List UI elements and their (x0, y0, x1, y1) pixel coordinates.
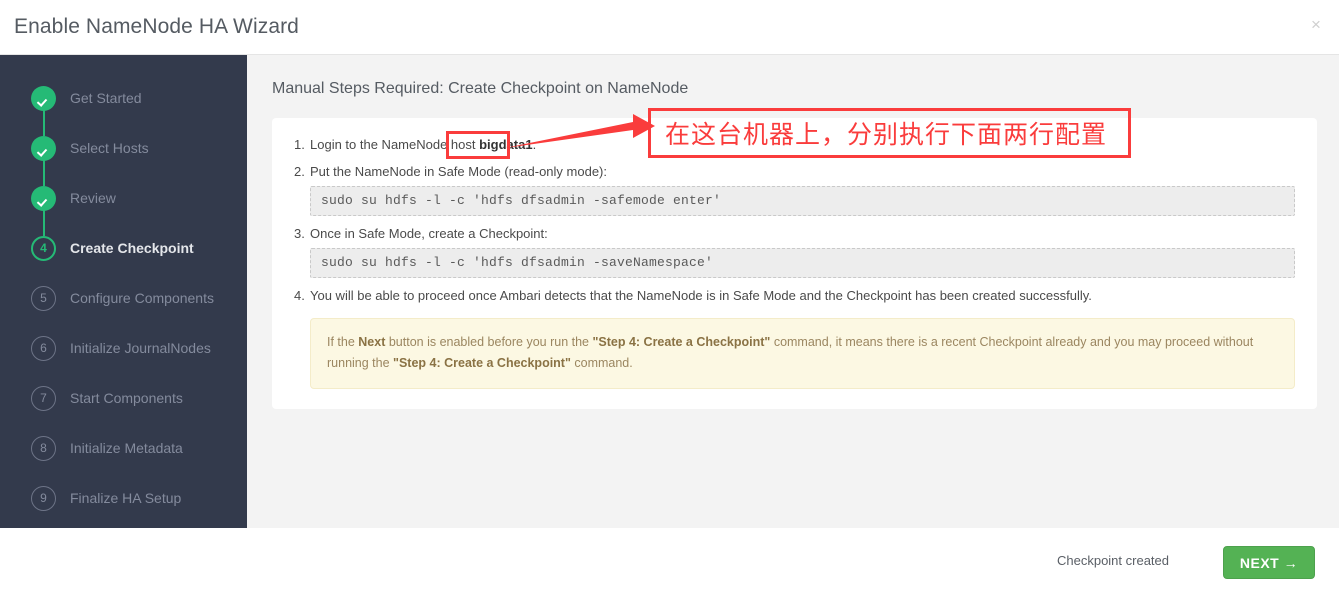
alert-text-part1: If the (327, 335, 359, 349)
sidebar-item-label: Configure Components (70, 290, 214, 306)
step-number-badge: 4 (31, 235, 56, 261)
sidebar-item-configure-components[interactable]: 5 Configure Components (0, 273, 247, 323)
page-title: Enable NameNode HA Wizard (14, 15, 299, 38)
sidebar-item-label: Create Checkpoint (70, 240, 194, 256)
manual-step-1: Login to the NameNode host bigdata1. (294, 136, 1295, 154)
close-icon[interactable]: × (1307, 16, 1325, 34)
sidebar-item-label: Initialize Metadata (70, 440, 183, 456)
step-check-icon (31, 135, 56, 161)
alert-bold-step4-second: "Step 4: Create a Checkpoint" (393, 356, 571, 370)
sidebar-item-review[interactable]: Review (0, 173, 247, 236)
manual-step-text: You will be able to proceed once Ambari … (310, 288, 1092, 303)
safemode-command[interactable]: sudo su hdfs -l -c 'hdfs dfsadmin -safem… (310, 186, 1295, 216)
wizard-sidebar: Get Started Select Hosts Review 4 Create… (0, 55, 247, 528)
sidebar-item-start-components[interactable]: 7 Start Components (0, 373, 247, 423)
step-number-badge: 8 (31, 435, 56, 461)
next-button[interactable]: NEXT → (1223, 546, 1315, 579)
step-number-badge: 9 (31, 485, 56, 511)
sidebar-item-label: Initialize JournalNodes (70, 340, 211, 356)
manual-step-2: Put the NameNode in Safe Mode (read-only… (294, 163, 1295, 216)
manual-step-text: Login to the NameNode host (310, 137, 480, 152)
content-heading: Manual Steps Required: Create Checkpoint… (272, 80, 689, 97)
wizard-header: Enable NameNode HA Wizard × (0, 0, 1339, 55)
wizard-step-list: Get Started Select Hosts Review 4 Create… (0, 73, 247, 523)
wizard-content: Manual Steps Required: Create Checkpoint… (247, 55, 1339, 528)
sidebar-item-finalize-ha-setup[interactable]: 9 Finalize HA Setup (0, 473, 247, 523)
sidebar-item-create-checkpoint[interactable]: 4 Create Checkpoint (0, 223, 247, 273)
manual-step-4: You will be able to proceed once Ambari … (294, 287, 1295, 305)
manual-step-text: Put the NameNode in Safe Mode (read-only… (310, 164, 607, 179)
status-text: Checkpoint created (1056, 553, 1169, 568)
sidebar-item-label: Start Components (70, 390, 183, 406)
manual-steps-list: Login to the NameNode host bigdata1. Put… (294, 136, 1295, 305)
manual-steps-panel: Login to the NameNode host bigdata1. Put… (272, 118, 1317, 409)
sidebar-item-initialize-metadata[interactable]: 8 Initialize Metadata (0, 423, 247, 473)
checkpoint-warning-alert: If the Next button is enabled before you… (310, 318, 1295, 389)
namenode-host-name: bigdata1 (479, 137, 533, 152)
sidebar-item-label: Finalize HA Setup (70, 490, 182, 506)
sidebar-item-select-hosts[interactable]: Select Hosts (0, 123, 247, 186)
sidebar-item-label: Review (70, 190, 116, 206)
alert-bold-step4-first: "Step 4: Create a Checkpoint" (592, 335, 771, 349)
alert-text-part2: button is enabled before you run the (385, 335, 593, 349)
step-check-icon (31, 85, 56, 111)
wizard-footer: Checkpoint created NEXT → (0, 528, 1339, 592)
step-check-icon (31, 185, 56, 211)
sidebar-item-label: Get Started (70, 90, 142, 106)
manual-step-text: Once in Safe Mode, create a Checkpoint: (310, 226, 548, 241)
alert-bold-next: Next (358, 335, 386, 349)
savenamespace-command[interactable]: sudo su hdfs -l -c 'hdfs dfsadmin -saveN… (310, 248, 1295, 278)
step-number-badge: 7 (31, 385, 56, 411)
manual-step-text-tail: . (532, 137, 537, 152)
step-number-badge: 6 (31, 335, 56, 361)
sidebar-item-get-started[interactable]: Get Started (0, 73, 247, 136)
alert-text-part4: command. (570, 356, 633, 370)
sidebar-item-initialize-journalnodes[interactable]: 6 Initialize JournalNodes (0, 323, 247, 373)
wizard-body: Get Started Select Hosts Review 4 Create… (0, 55, 1339, 528)
sidebar-item-label: Select Hosts (70, 140, 149, 156)
step-number-badge: 5 (31, 285, 56, 311)
manual-step-3: Once in Safe Mode, create a Checkpoint: … (294, 225, 1295, 278)
